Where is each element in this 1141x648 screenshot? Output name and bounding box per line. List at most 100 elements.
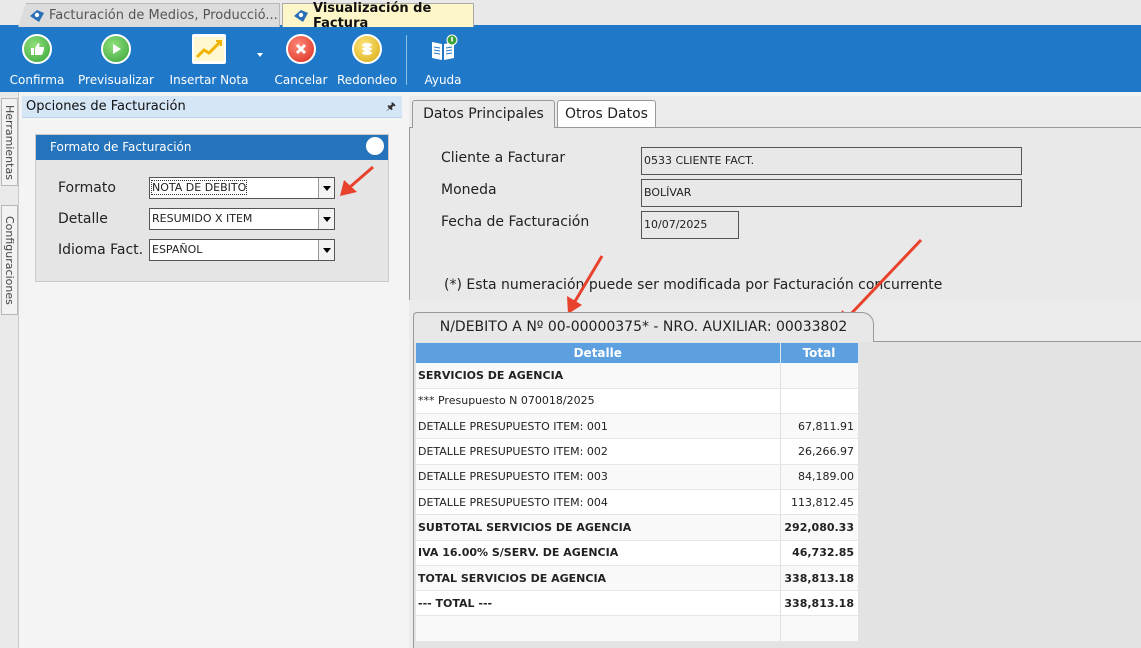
invoice-number-tab[interactable]: N/DEBITO A Nº 00-00000375* - NRO. AUXILI… <box>413 312 874 342</box>
options-panel-title: Opciones de Facturación <box>26 99 186 114</box>
detalle-cell: DETALLE PRESUPUESTO ITEM: 003 <box>416 464 781 490</box>
moneda-field[interactable]: BOLÍVAR <box>641 179 1022 207</box>
cliente-field[interactable]: 0533 CLIENTE FACT. <box>641 147 1022 175</box>
formato-select-value: NOTA DE DEBITO <box>150 180 248 195</box>
detalle-cell: TOTAL SERVICIOS DE AGENCIA <box>416 565 781 592</box>
redondeo-button[interactable]: Redondeo <box>334 27 400 92</box>
detalle-cell <box>416 615 781 642</box>
table-row[interactable]: DETALLE PRESUPUESTO ITEM: 004 113,812.45 <box>416 489 858 516</box>
table-row[interactable]: IVA 16.00% S/SERV. DE AGENCIA 46,732.85 <box>416 540 858 566</box>
previsualizar-button[interactable]: Previsualizar <box>74 27 158 92</box>
table-row[interactable]: *** Presupuesto N 070018/2025 <box>416 388 858 415</box>
total-cell: 26,266.97 <box>780 438 858 465</box>
total-cell <box>780 363 858 389</box>
confirma-button[interactable]: Confirma <box>6 27 68 92</box>
chevron-down-icon[interactable] <box>318 240 334 260</box>
pin-icon[interactable]: 🖈 <box>386 96 396 118</box>
side-tab-herramientas[interactable]: Herramientas <box>1 98 18 186</box>
insertar-nota-button[interactable]: Insertar Nota <box>164 27 254 92</box>
table-row[interactable]: TOTAL SERVICIOS DE AGENCIA 338,813.18 <box>416 565 858 592</box>
formato-row: Formato NOTA DE DEBITO <box>58 177 335 199</box>
column-header-detalle[interactable]: Detalle <box>416 343 781 363</box>
detalle-select[interactable]: RESUMIDO X ITEM <box>149 208 335 230</box>
detalle-cell: DETALLE PRESUPUESTO ITEM: 001 <box>416 413 781 440</box>
total-cell: 84,189.00 <box>780 464 858 490</box>
detalle-select-value: RESUMIDO X ITEM <box>152 212 253 225</box>
insertar-nota-dropdown-button[interactable] <box>254 27 266 92</box>
invoice-grid: Detalle Total SERVICIOS DE AGENCIA *** Pr… <box>416 343 859 642</box>
table-row[interactable] <box>416 615 858 642</box>
collapse-toggle-icon[interactable] <box>366 137 384 155</box>
table-row[interactable]: DETALLE PRESUPUESTO ITEM: 002 26,266.97 <box>416 438 858 465</box>
total-cell <box>780 388 858 415</box>
grid-body: SERVICIOS DE AGENCIA *** Presupuesto N 07… <box>416 363 858 642</box>
total-cell: 338,813.18 <box>780 565 858 592</box>
dropdown-arrow-icon <box>257 53 263 57</box>
tab-otros-datos[interactable]: Otros Datos <box>557 100 656 128</box>
detalle-cell: SUBTOTAL SERVICIOS DE AGENCIA <box>416 514 781 541</box>
toolbar-separator <box>406 35 407 85</box>
redondeo-label: Redondeo <box>336 73 398 87</box>
close-icon <box>286 34 316 64</box>
idioma-label: Idioma Fact. <box>58 242 144 258</box>
doc-tab-visualizacion-factura[interactable]: Visualización de Factura <box>282 1 474 31</box>
side-tab-configuraciones[interactable]: Configuraciones <box>1 205 18 315</box>
ayuda-button[interactable]: Ayuda <box>416 27 470 92</box>
cliente-label: Cliente a Facturar <box>441 150 566 166</box>
toolbar: Confirma Previsualizar Insertar Nota Can… <box>0 27 1141 92</box>
grid-header-row: Detalle Total <box>416 343 859 363</box>
fecha-field[interactable]: 10/07/2025 <box>641 211 739 239</box>
format-box: Formato de Facturación Formato NOTA DE D… <box>35 134 389 282</box>
total-cell: 46,732.85 <box>780 540 858 566</box>
table-row[interactable]: DETALLE PRESUPUESTO ITEM: 001 67,811.91 <box>416 413 858 440</box>
formato-select[interactable]: NOTA DE DEBITO <box>149 177 335 199</box>
insertar-nota-label: Insertar Nota <box>169 73 249 87</box>
play-icon <box>101 34 131 64</box>
options-panel-header: Opciones de Facturación 🖈 <box>22 96 402 118</box>
moneda-label: Moneda <box>441 182 497 198</box>
table-row[interactable]: SERVICIOS DE AGENCIA <box>416 363 858 389</box>
trend-chart-icon <box>192 34 226 64</box>
total-cell: 338,813.18 <box>780 590 858 617</box>
document-tab-icon <box>294 10 308 22</box>
detalle-cell: IVA 16.00% S/SERV. DE AGENCIA <box>416 540 781 566</box>
confirma-label: Confirma <box>9 73 65 87</box>
numeracion-note: (*) Esta numeración puede ser modificada… <box>444 277 943 293</box>
total-cell <box>780 615 858 642</box>
table-row[interactable]: DETALLE PRESUPUESTO ITEM: 003 84,189.00 <box>416 464 858 490</box>
detalle-label: Detalle <box>58 211 108 227</box>
idioma-select-value: ESPAÑOL <box>152 243 203 256</box>
tab-datos-principales[interactable]: Datos Principales <box>412 100 555 128</box>
cancelar-button[interactable]: Cancelar <box>270 27 332 92</box>
doc-tab-facturacion-medios[interactable]: Facturación de Medios, Producció... <box>18 3 280 27</box>
document-tab-icon <box>30 10 44 22</box>
table-row[interactable]: --- TOTAL --- 338,813.18 <box>416 590 858 617</box>
coins-icon <box>352 34 382 64</box>
previsualizar-label: Previsualizar <box>78 73 154 87</box>
idioma-row: Idioma Fact. ESPAÑOL <box>58 239 335 261</box>
total-cell: 113,812.45 <box>780 489 858 516</box>
format-box-title: Formato de Facturación <box>50 140 192 154</box>
chevron-down-icon[interactable] <box>318 209 334 229</box>
doc-tab-label: Visualización de Factura <box>313 0 432 31</box>
main-tabs: Datos Principales Otros Datos <box>409 96 1141 128</box>
datos-principales-panel: Cliente a Facturar 0533 CLIENTE FACT. Mo… <box>409 128 1141 300</box>
invoice-grid-panel: Detalle Total SERVICIOS DE AGENCIA *** Pr… <box>413 342 1141 648</box>
chevron-down-icon[interactable] <box>318 178 334 198</box>
doc-tab-label: Facturación de Medios, Producció... <box>49 8 278 23</box>
invoice-tabbar: N/DEBITO A Nº 00-00000375* - NRO. AUXILI… <box>409 302 1141 342</box>
column-header-total[interactable]: Total <box>780 343 859 363</box>
detalle-cell: *** Presupuesto N 070018/2025 <box>416 388 781 415</box>
idioma-select[interactable]: ESPAÑOL <box>149 239 335 261</box>
thumbs-up-icon <box>22 34 52 64</box>
detalle-cell: DETALLE PRESUPUESTO ITEM: 004 <box>416 489 781 516</box>
total-cell: 67,811.91 <box>780 413 858 440</box>
detalle-cell: DETALLE PRESUPUESTO ITEM: 002 <box>416 438 781 465</box>
main-area: Datos Principales Otros Datos Cliente a … <box>409 96 1141 648</box>
help-book-icon <box>428 34 458 64</box>
format-box-header: Formato de Facturación <box>36 135 388 160</box>
detalle-cell: SERVICIOS DE AGENCIA <box>416 363 781 389</box>
table-row[interactable]: SUBTOTAL SERVICIOS DE AGENCIA 292,080.33 <box>416 514 858 541</box>
options-panel: Opciones de Facturación 🖈 Formato de Fac… <box>22 96 402 648</box>
detalle-row: Detalle RESUMIDO X ITEM <box>58 208 335 230</box>
